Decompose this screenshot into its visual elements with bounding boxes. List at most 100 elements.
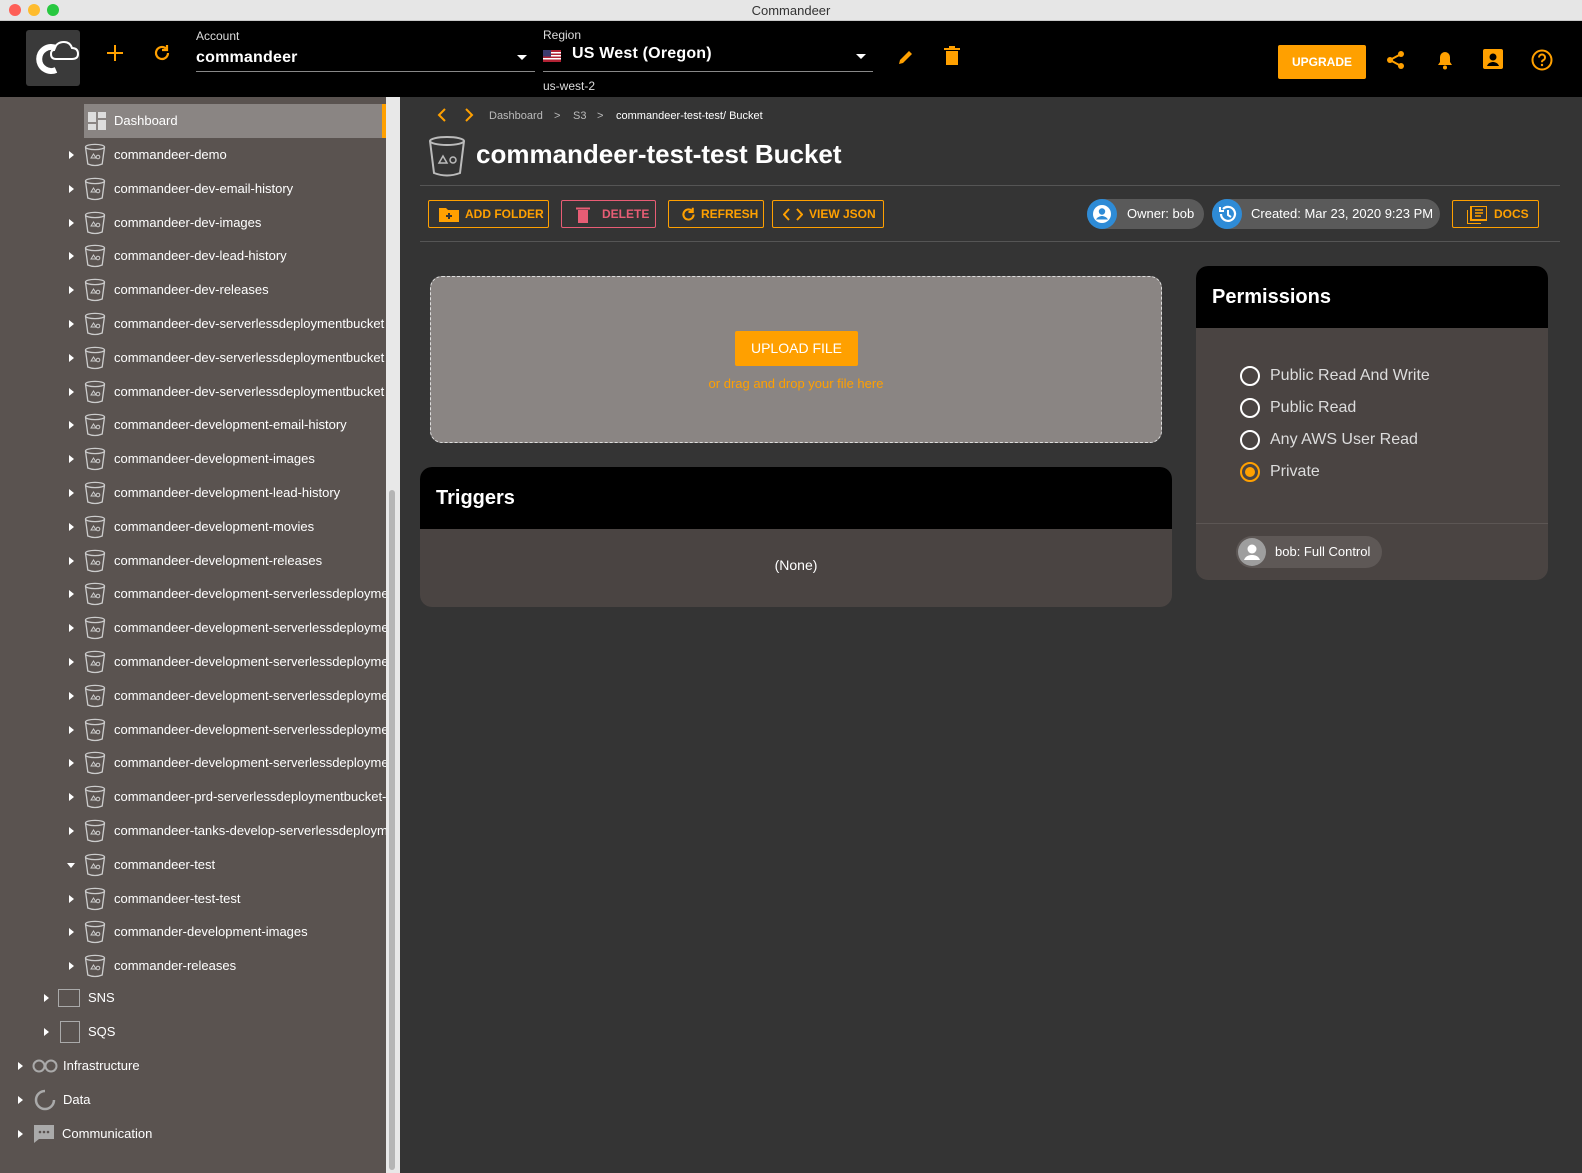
forward-arrow-icon[interactable] xyxy=(464,108,474,122)
zoom-window-button[interactable] xyxy=(47,4,59,16)
caret-right-icon[interactable] xyxy=(69,556,74,565)
commandeer-logo[interactable] xyxy=(26,30,80,86)
breadcrumb-s3[interactable]: S3 xyxy=(573,110,586,122)
refresh-icon[interactable] xyxy=(152,43,172,69)
sidebar-item-bucket[interactable]: commandeer-test-test xyxy=(64,882,386,916)
caret-right-icon[interactable] xyxy=(69,691,74,700)
caret-right-icon[interactable] xyxy=(69,320,74,328)
back-arrow-icon[interactable] xyxy=(437,108,447,122)
radio-unchecked-icon[interactable] xyxy=(1240,430,1260,450)
docs-button[interactable]: DOCS xyxy=(1452,200,1539,228)
caret-right-icon[interactable] xyxy=(69,928,74,937)
caret-down-icon[interactable] xyxy=(67,862,75,868)
sidebar-item-bucket[interactable]: commandeer-dev-email-history xyxy=(64,172,386,206)
sidebar-item-bucket[interactable]: commander-development-images xyxy=(64,915,386,949)
caret-right-icon[interactable] xyxy=(69,759,74,768)
sidebar-item-bucket[interactable]: commandeer-prd-serverlessdeploymentbucke… xyxy=(64,780,386,814)
radio-checked-icon[interactable] xyxy=(1240,462,1260,482)
upload-dropzone[interactable]: UPLOAD FILE or drag and drop your file h… xyxy=(430,276,1162,443)
sidebar-item-label: commander-releases xyxy=(114,958,237,974)
caret-right-icon[interactable] xyxy=(69,725,74,734)
sidebar-item-bucket[interactable]: commandeer-development-serverlessdeploym… xyxy=(64,645,386,679)
caret-right-icon[interactable] xyxy=(69,387,74,396)
add-icon[interactable] xyxy=(105,43,125,69)
sidebar-item-data[interactable]: Data xyxy=(14,1083,374,1117)
caret-right-icon[interactable] xyxy=(69,962,74,971)
sidebar-item-bucket[interactable]: commandeer-development-serverlessdeploym… xyxy=(64,577,386,611)
view-json-button[interactable]: VIEW JSON xyxy=(772,200,884,228)
s3-bucket-icon xyxy=(84,177,106,200)
sidebar-item-infrastructure[interactable]: Infrastructure xyxy=(14,1049,374,1083)
s3-bucket-icon xyxy=(84,684,106,707)
caret-right-icon[interactable] xyxy=(69,793,74,802)
breadcrumb-dashboard[interactable]: Dashboard xyxy=(489,110,543,122)
sidebar-item-bucket[interactable]: commandeer-test xyxy=(64,848,386,882)
bell-icon[interactable] xyxy=(1436,50,1454,76)
caret-right-icon[interactable] xyxy=(69,489,74,497)
caret-right-icon[interactable] xyxy=(69,353,74,362)
sidebar-item-bucket[interactable]: commandeer-development-movies xyxy=(64,510,386,544)
sidebar-item-dashboard[interactable]: Dashboard xyxy=(84,104,386,138)
caret-right-icon[interactable] xyxy=(69,218,74,227)
caret-right-icon[interactable] xyxy=(69,286,74,295)
permissions-title: Permissions xyxy=(1196,266,1548,328)
sidebar-item-bucket[interactable]: commandeer-development-serverlessdeploym… xyxy=(64,679,386,713)
close-window-button[interactable] xyxy=(9,4,21,16)
sidebar-item-bucket[interactable]: commandeer-development-images xyxy=(64,442,386,476)
sidebar-item-bucket[interactable]: commandeer-dev-lead-history xyxy=(64,239,386,273)
caret-right-icon[interactable] xyxy=(69,658,74,666)
radio-unchecked-icon[interactable] xyxy=(1240,366,1260,386)
sidebar-item-bucket[interactable]: commandeer-development-serverlessdeploym… xyxy=(64,611,386,645)
account-select[interactable]: commandeer xyxy=(196,49,298,67)
caret-right-icon[interactable] xyxy=(69,151,74,159)
delete-button[interactable]: DELETE xyxy=(561,200,656,228)
caret-right-icon[interactable] xyxy=(69,590,74,599)
upload-file-button[interactable]: UPLOAD FILE xyxy=(735,331,858,366)
share-icon[interactable] xyxy=(1386,50,1406,76)
sidebar-item-bucket[interactable]: commandeer-demo xyxy=(64,138,386,172)
caret-right-icon[interactable] xyxy=(69,184,74,193)
caret-right-icon[interactable] xyxy=(69,252,74,261)
sidebar-item-label: Data xyxy=(63,1092,91,1107)
caret-right-icon[interactable] xyxy=(69,455,74,464)
sidebar-scrollbar-thumb[interactable] xyxy=(389,490,395,1170)
sidebar-item-bucket[interactable]: commandeer-dev-serverlessdeploymentbucke… xyxy=(64,341,386,375)
sidebar-item-sns[interactable]: SNS xyxy=(40,981,380,1015)
avatar-icon xyxy=(1238,538,1266,566)
sidebar-item-bucket[interactable]: commandeer-tanks-develop-serverlessdeplo… xyxy=(64,814,386,848)
sidebar-item-sqs[interactable]: SQS xyxy=(40,1015,380,1049)
account-box-icon[interactable] xyxy=(1483,49,1503,75)
sidebar-item-bucket[interactable]: commander-releases xyxy=(64,949,386,983)
chevron-down-icon[interactable] xyxy=(517,55,527,60)
sidebar-item-bucket[interactable]: commandeer-development-email-history xyxy=(64,408,386,442)
chevron-down-icon[interactable] xyxy=(856,54,866,59)
refresh-button[interactable]: REFRESH xyxy=(668,200,764,228)
sidebar-item-label: SQS xyxy=(88,1024,116,1039)
caret-right-icon[interactable] xyxy=(69,522,74,531)
sidebar-item-bucket[interactable]: commandeer-development-serverlessdeploym… xyxy=(64,746,386,780)
caret-right-icon[interactable] xyxy=(69,421,74,430)
sidebar-item-label: commandeer-dev-releases xyxy=(114,282,269,298)
region-select[interactable]: US West (Oregon) xyxy=(572,45,712,63)
caret-right-icon[interactable] xyxy=(69,624,74,633)
sidebar-item-bucket[interactable]: commandeer-development-lead-history xyxy=(64,476,386,510)
sidebar-item-bucket[interactable]: commandeer-dev-serverlessdeploymentbucke… xyxy=(64,375,386,409)
trash-icon xyxy=(576,207,590,223)
sidebar-item-bucket[interactable]: commandeer-development-releases xyxy=(64,544,386,578)
edit-icon[interactable] xyxy=(896,47,916,73)
caret-right-icon[interactable] xyxy=(69,827,74,835)
sidebar-item-bucket[interactable]: commandeer-dev-images xyxy=(64,206,386,240)
sidebar-item-bucket[interactable]: commandeer-dev-serverlessdeploymentbucke… xyxy=(64,307,386,341)
help-icon[interactable] xyxy=(1531,49,1553,77)
sidebar-item-bucket[interactable]: commandeer-dev-releases xyxy=(64,273,386,307)
trash-icon[interactable] xyxy=(944,46,960,72)
minimize-window-button[interactable] xyxy=(28,4,40,16)
add-folder-button[interactable]: ADD FOLDER xyxy=(428,200,549,228)
caret-right-icon[interactable] xyxy=(69,894,74,903)
created-chip: Created: Mar 23, 2020 9:23 PM xyxy=(1212,199,1440,229)
radio-unchecked-icon[interactable] xyxy=(1240,398,1260,418)
upgrade-button[interactable]: UPGRADE xyxy=(1278,45,1366,79)
sidebar-item-communication[interactable]: Communication xyxy=(14,1117,374,1151)
sidebar-item-bucket[interactable]: commandeer-development-serverlessdeploym… xyxy=(64,713,386,747)
breadcrumb-separator: > xyxy=(554,110,561,122)
